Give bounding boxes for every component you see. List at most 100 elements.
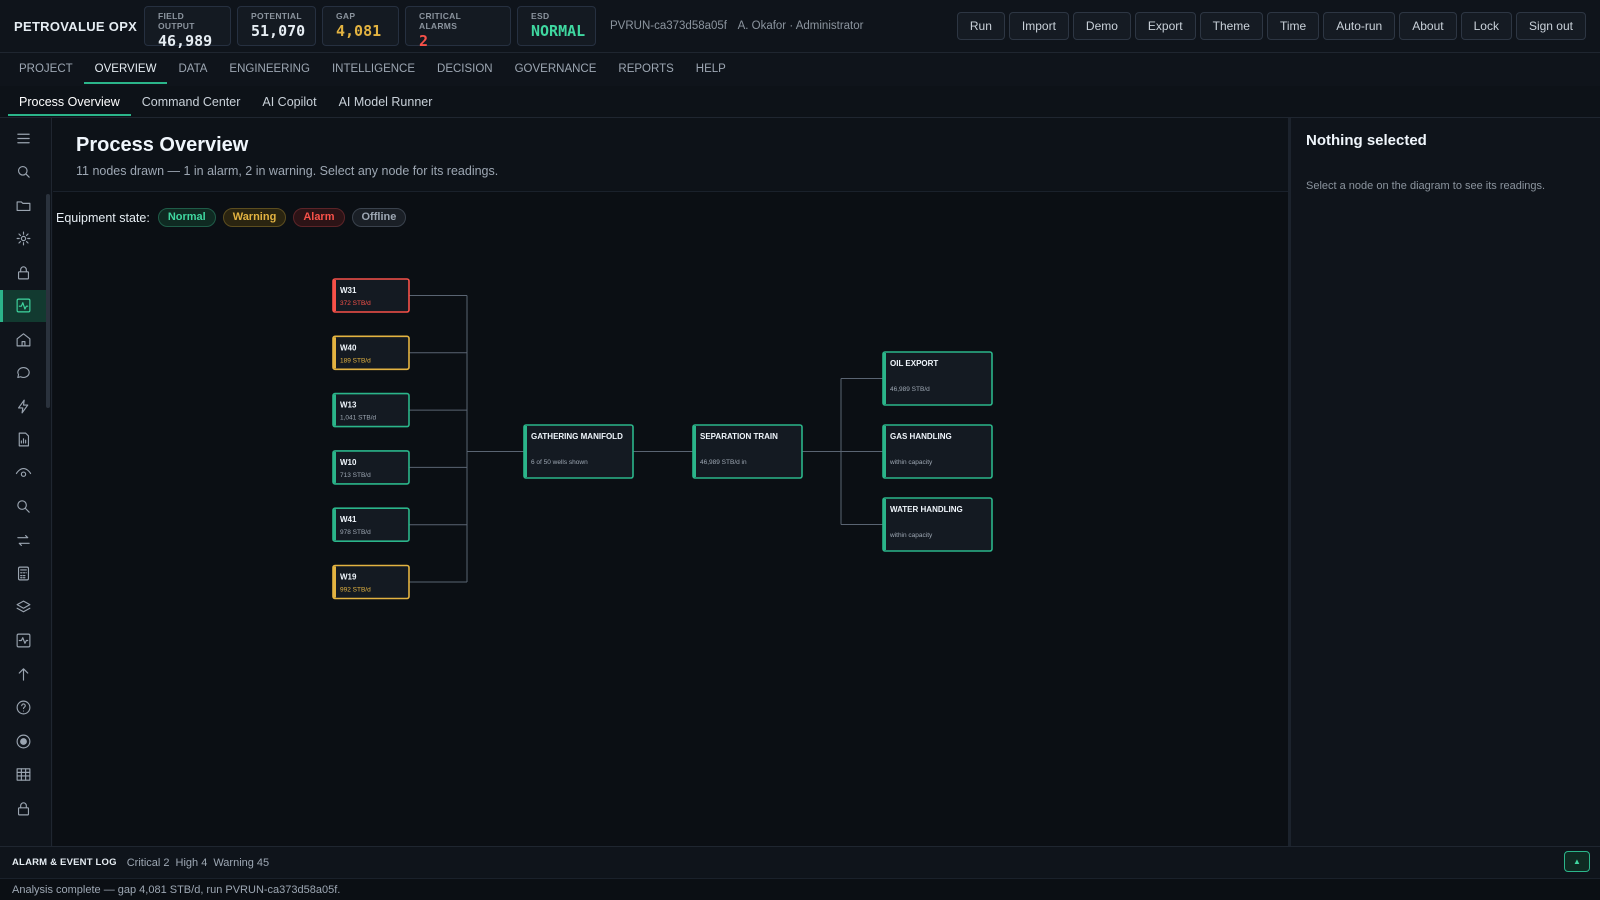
legend-caption: Equipment state: — [56, 210, 150, 225]
well-node-w40-reading: 189 STB/d — [340, 357, 371, 364]
oil-export-node-title: OIL EXPORT — [890, 359, 938, 368]
rail-item-0[interactable] — [0, 122, 46, 154]
well-node-w40-box — [332, 335, 410, 371]
rail-item-10[interactable] — [0, 457, 46, 489]
rail-scrollbar[interactable] — [46, 194, 50, 408]
water-handling-node[interactable]: WATER HANDLING within capacity — [882, 497, 993, 552]
well-node-w19-reading: 992 STB/d — [340, 587, 371, 594]
well-node-w40[interactable]: W40 189 STB/d — [332, 335, 410, 371]
kpi-gap: GAP 4,081 — [322, 6, 399, 46]
rail-item-6[interactable] — [0, 323, 46, 355]
tab-ai-copilot[interactable]: AI Copilot — [251, 86, 327, 117]
diagram-area: Process Overview 11 nodes drawn — 1 in a… — [53, 118, 1288, 846]
demo-button[interactable]: Demo — [1072, 12, 1131, 40]
nav-governance[interactable]: GOVERNANCE — [504, 53, 608, 86]
selection-title: Nothing selected — [1306, 132, 1427, 149]
well-node-w31-state-bar — [333, 280, 336, 311]
rail-item-19[interactable] — [0, 759, 46, 791]
rail-item-15[interactable] — [0, 625, 46, 657]
well-node-w40-state-bar — [333, 337, 336, 369]
rail-item-7[interactable] — [0, 357, 46, 389]
legend-alarm: Alarm — [293, 208, 345, 227]
nav-reports[interactable]: REPORTS — [607, 53, 684, 86]
gas-handling-node[interactable]: GAS HANDLING within capacity — [882, 424, 993, 479]
well-node-w41-title: W41 — [340, 515, 357, 524]
rail-item-17[interactable] — [0, 692, 46, 724]
rail-item-9[interactable] — [0, 424, 46, 456]
well-node-w13-state-bar — [333, 394, 336, 426]
process-diagram: W31372 STB/d W40189 STB/d W131,041 STB/d W1… — [332, 278, 993, 600]
import-button[interactable]: Import — [1008, 12, 1069, 40]
nav-data[interactable]: DATA — [167, 53, 218, 86]
auto-run-button[interactable]: Auto-run — [1323, 12, 1396, 40]
well-node-w13[interactable]: W13 1,041 STB/d — [332, 392, 410, 428]
left-rail — [0, 118, 52, 846]
rail-item-13[interactable] — [0, 558, 46, 590]
rail-item-2[interactable] — [0, 189, 46, 221]
page-subtitle: 11 nodes drawn — 1 in alarm, 2 in warnin… — [76, 164, 499, 178]
rail-item-16[interactable] — [0, 658, 46, 690]
well-node-w41[interactable]: W41 978 STB/d — [332, 507, 410, 542]
nav-help[interactable]: HELP — [685, 53, 737, 86]
gas-handling-node-reading: within capacity — [889, 459, 933, 466]
time-button[interactable]: Time — [1266, 12, 1320, 40]
rail-item-8[interactable] — [0, 390, 46, 422]
well-node-w19-box — [332, 564, 410, 600]
nav-overview[interactable]: OVERVIEW — [83, 53, 168, 86]
water-handling-node-reading: within capacity — [889, 532, 933, 539]
run-button[interactable]: Run — [956, 12, 1005, 40]
alarm-count-high: High 4 — [175, 856, 208, 869]
well-node-w31-box — [332, 278, 410, 313]
theme-button[interactable]: Theme — [1199, 12, 1263, 40]
tab-command-center[interactable]: Command Center — [131, 86, 252, 117]
kpi-value: 2 — [419, 32, 429, 50]
nav-engineering[interactable]: ENGINEERING — [218, 53, 321, 86]
rail-item-5[interactable] — [0, 289, 46, 322]
help-icon — [15, 699, 32, 716]
rail-item-20[interactable] — [0, 792, 46, 824]
sub-nav: Process Overview Command Center AI Copilot… — [0, 86, 1600, 118]
page-header: Process Overview 11 nodes drawn — 1 in a… — [53, 118, 1288, 192]
kpi-potential: POTENTIAL 51,070 — [237, 6, 316, 46]
record-icon — [15, 733, 32, 750]
nav-project[interactable]: PROJECT — [8, 53, 84, 86]
selection-panel: Nothing selected Select a node on the di… — [1288, 118, 1600, 846]
well-node-w10[interactable]: W10 713 STB/d — [332, 450, 410, 485]
oil-export-node-reading: 46,989 STB/d — [890, 386, 930, 393]
tab-process-overview[interactable]: Process Overview — [8, 86, 131, 117]
nav-decision[interactable]: DECISION — [426, 53, 504, 86]
rail-item-3[interactable] — [0, 223, 46, 255]
alarm-log-title: ALARM & EVENT LOG — [12, 857, 117, 868]
well-node-w10-reading: 713 STB/d — [340, 472, 371, 479]
alarm-event-log[interactable]: ALARM & EVENT LOG Critical 2 High 4 Warn… — [0, 846, 1600, 878]
water-handling-node-title: WATER HANDLING — [890, 505, 963, 514]
rail-item-11[interactable] — [0, 491, 46, 523]
well-node-w31[interactable]: W31 372 STB/d — [332, 278, 410, 313]
lock-button[interactable]: Lock — [1460, 12, 1512, 40]
well-node-w31-reading: 372 STB/d — [340, 300, 371, 307]
swap-icon — [15, 532, 32, 549]
well-node-w19-title: W19 — [340, 573, 357, 582]
rail-item-1[interactable] — [0, 156, 46, 188]
well-node-w41-box — [332, 507, 410, 542]
export-button[interactable]: Export — [1134, 12, 1196, 40]
oil-export-node-state-bar — [883, 353, 886, 404]
rail-item-12[interactable] — [0, 524, 46, 556]
calculator-icon — [15, 565, 32, 582]
tab-ai-model-runner[interactable]: AI Model Runner — [328, 86, 444, 117]
lock-icon — [15, 800, 32, 817]
rail-item-4[interactable] — [0, 256, 46, 288]
nav-intelligence[interactable]: INTELLIGENCE — [321, 53, 426, 86]
report-icon — [15, 431, 32, 448]
expand-log-button[interactable]: ▲ — [1564, 851, 1590, 872]
sign-out-button[interactable]: Sign out — [1515, 12, 1586, 40]
rail-item-18[interactable] — [0, 725, 46, 757]
rail-item-14[interactable] — [0, 591, 46, 623]
well-node-w19[interactable]: W19 992 STB/d — [332, 564, 410, 600]
kpi-value: 51,070 — [251, 22, 306, 40]
oil-export-node[interactable]: OIL EXPORT 46,989 STB/d — [882, 351, 993, 406]
gathering-manifold-node[interactable]: GATHERING MANIFOLD 6 of 50 wells shown — [523, 424, 634, 479]
separation-train-node[interactable]: SEPARATION TRAIN 46,989 STB/d in — [692, 424, 803, 479]
about-button[interactable]: About — [1399, 12, 1457, 40]
lock-icon — [15, 264, 32, 281]
